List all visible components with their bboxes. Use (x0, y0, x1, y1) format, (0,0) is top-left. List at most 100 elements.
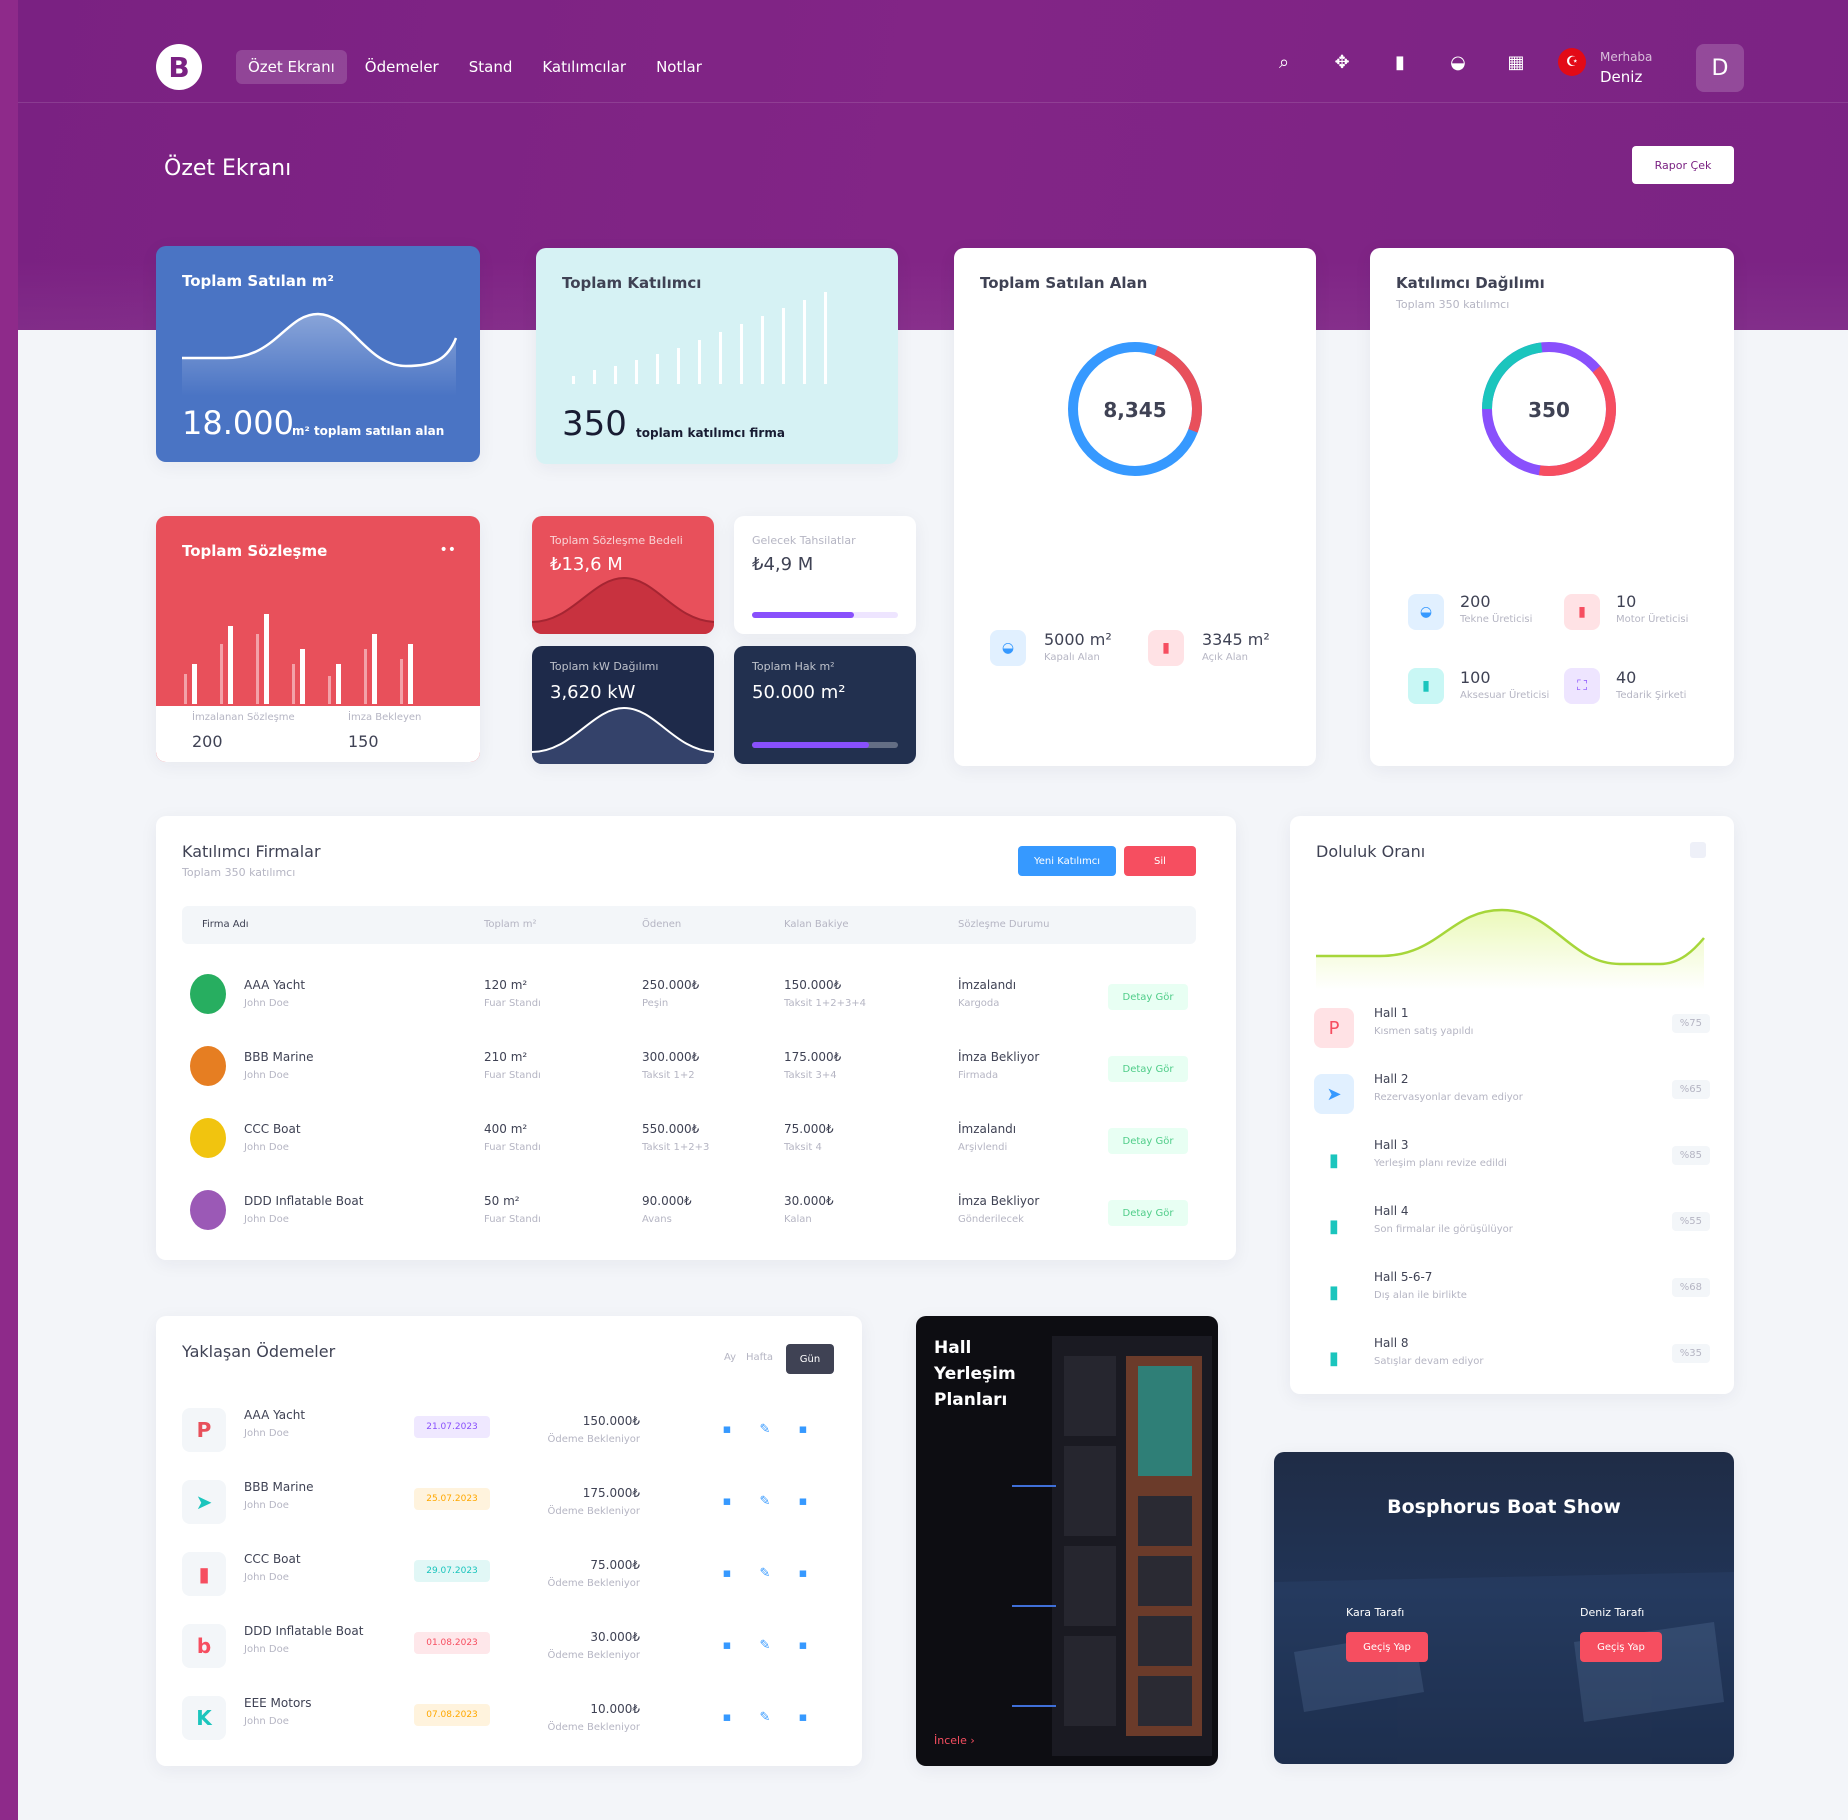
filter-day[interactable]: Gün (786, 1344, 834, 1374)
payment-note: Ödeme Bekleniyor (547, 1434, 640, 1445)
participant-bar (656, 354, 659, 384)
cell-status_sub: Arşivlendi (958, 1142, 1008, 1153)
filter-week[interactable]: Hafta (746, 1352, 773, 1363)
card-total-m2: Toplam Satılan m² 18.000 m² toplam satıl… (156, 246, 480, 462)
card-total-contract: Toplam Sözleşme •• İmzalanan Sözleşme 20… (156, 516, 480, 762)
report-button[interactable]: Rapor Çek (1632, 146, 1734, 184)
detail-button[interactable]: Detay Gör (1108, 1128, 1188, 1154)
edit-icon[interactable]: ✎ (752, 1560, 778, 1586)
table-row[interactable]: BBB Marine John Doe 210 m² Fuar Standı 300.0… (182, 1038, 1196, 1098)
col-remaining[interactable]: Kalan Bakiye (784, 919, 849, 930)
grid-icon[interactable]: ▦ (1500, 46, 1532, 78)
col-status[interactable]: Sözleşme Durumu (958, 919, 1050, 930)
delete-icon[interactable]: ▪ (790, 1704, 816, 1730)
card-title: Katılımcı Dağılımı (1396, 274, 1545, 292)
col-m2[interactable]: Toplam m² (484, 919, 536, 930)
cell-rem: 175.000₺ (784, 1050, 842, 1064)
card-boat-show: Bosphorus Boat Show Kara Tarafı Geçiş Ya… (1274, 1452, 1734, 1764)
turkish-flag-icon[interactable]: ☪ (1558, 48, 1586, 76)
rights-progress-track (752, 742, 898, 748)
land-side-button[interactable]: Geçiş Yap (1346, 1632, 1428, 1662)
card-participant-distribution: Katılımcı Dağılımı Toplam 350 katılımcı … (1370, 248, 1734, 766)
cell-rem_sub: Taksit 1+2+3+4 (784, 998, 867, 1009)
nav-item-payments[interactable]: Ödemeler (353, 50, 451, 84)
chart-icon[interactable]: ▮ (1384, 46, 1416, 78)
hall-plan-link[interactable]: İncele › (934, 1734, 975, 1747)
supplier-value: 40 (1616, 668, 1637, 687)
payment-contact: John Doe (244, 1644, 289, 1655)
delete-icon[interactable]: ▪ (790, 1560, 816, 1586)
card-kw-distribution: Toplam kW Dağılımı 3,620 kW (532, 646, 714, 764)
hall-row[interactable]: ➤ Hall 2 Rezervasyonlar devam ediyor %65 (1314, 1068, 1710, 1124)
hall-name: Hall 2 (1374, 1072, 1409, 1086)
new-participant-button[interactable]: Yeni Katılımcı (1018, 846, 1116, 876)
hall-pct-badge: %85 (1671, 1146, 1710, 1165)
search-icon[interactable]: ⌕ (1268, 46, 1300, 78)
nav-item-notes[interactable]: Notlar (644, 50, 714, 84)
delete-icon[interactable]: ▪ (790, 1488, 816, 1514)
edit-icon[interactable]: ✎ (752, 1632, 778, 1658)
hall-icon: ▮ (1314, 1272, 1354, 1312)
cell-paid_sub: Taksit 1+2 (642, 1070, 695, 1081)
hall-row[interactable]: ▮ Hall 4 Son firmalar ile görüşülüyor %55 (1314, 1200, 1710, 1256)
nav-item-stand[interactable]: Stand (457, 50, 525, 84)
detail-button[interactable]: Detay Gör (1108, 984, 1188, 1010)
hall-name: Hall 1 (1374, 1006, 1409, 1020)
edit-icon[interactable]: ✎ (752, 1704, 778, 1730)
cell-name: DDD Inflatable Boat (244, 1194, 364, 1208)
card-hall-plan[interactable]: Hall Yerleşim Planları İncele › (916, 1316, 1218, 1766)
view-icon[interactable]: ▪ (714, 1416, 740, 1442)
hall-row[interactable]: ▮ Hall 5-6-7 Dış alan ile birlikte %68 (1314, 1266, 1710, 1322)
edit-icon[interactable]: ✎ (752, 1416, 778, 1442)
avatar[interactable]: D (1696, 44, 1744, 92)
hall-icon: ▮ (1314, 1206, 1354, 1246)
contract-bar (336, 664, 341, 704)
delete-icon[interactable]: ▪ (790, 1416, 816, 1442)
cell-contact: John Doe (244, 998, 289, 1009)
nav-item-participants[interactable]: Katılımcılar (530, 50, 638, 84)
cell-status: İmza Bekliyor (958, 1050, 1040, 1064)
hall-desc: Dış alan ile birlikte (1374, 1290, 1467, 1301)
payment-row[interactable]: b DDD Inflatable Boat John Doe 01.08.2023 30… (182, 1618, 836, 1678)
nav-item-summary[interactable]: Özet Ekranı (236, 50, 347, 84)
table-row[interactable]: CCC Boat John Doe 400 m² Fuar Standı 550.000… (182, 1110, 1196, 1170)
company-logo-icon: P (182, 1408, 226, 1452)
card-menu-icon[interactable] (1690, 842, 1706, 858)
table-row[interactable]: AAA Yacht John Doe 120 m² Fuar Standı 250.00… (182, 966, 1196, 1026)
share-icon[interactable]: ✥ (1326, 46, 1358, 78)
sea-side-button[interactable]: Geçiş Yap (1580, 1632, 1662, 1662)
payment-row[interactable]: ➤ BBB Marine John Doe 25.07.2023 175.000₺ Öde… (182, 1474, 836, 1534)
payment-note: Ödeme Bekleniyor (547, 1506, 640, 1517)
payment-row[interactable]: K EEE Motors John Doe 07.08.2023 10.000₺ Ödem… (182, 1690, 836, 1750)
view-icon[interactable]: ▪ (714, 1488, 740, 1514)
view-icon[interactable]: ▪ (714, 1632, 740, 1658)
detail-button[interactable]: Detay Gör (1108, 1056, 1188, 1082)
card-total-area: Toplam Satılan Alan 8,345 ◒ 5000 m² Kapa… (954, 248, 1316, 766)
edit-icon[interactable]: ✎ (752, 1488, 778, 1514)
col-paid[interactable]: Ödenen (642, 919, 681, 930)
payment-row[interactable]: P AAA Yacht John Doe 21.07.2023 150.000₺ Ödem… (182, 1402, 836, 1462)
view-icon[interactable]: ▪ (714, 1704, 740, 1730)
outdoor-label: Açık Alan (1202, 652, 1248, 663)
hall-row[interactable]: ▮ Hall 3 Yerleşim planı revize edildi %85 (1314, 1134, 1710, 1190)
card-subtitle: Toplam 350 katılımcı (1396, 298, 1510, 311)
participant-bar (719, 332, 722, 384)
detail-button[interactable]: Detay Gör (1108, 1200, 1188, 1226)
hall-icon: ▮ (1314, 1338, 1354, 1378)
payment-row[interactable]: ▮ CCC Boat John Doe 29.07.2023 75.000₺ Ödeme … (182, 1546, 836, 1606)
basket-icon[interactable]: ◒ (1442, 46, 1474, 78)
col-firm[interactable]: Firma Adı (202, 919, 249, 930)
hall-row[interactable]: ▮ Hall 8 Satışlar devam ediyor %35 (1314, 1332, 1710, 1388)
view-icon[interactable]: ▪ (714, 1560, 740, 1586)
table-row[interactable]: DDD Inflatable Boat John Doe 50 m² Fuar Sta… (182, 1182, 1196, 1242)
boat-maker-value: 200 (1460, 592, 1491, 611)
accessory-maker-label: Aksesuar Üreticisi (1460, 690, 1550, 701)
logo[interactable]: B (156, 44, 202, 90)
cell-contact: John Doe (244, 1214, 289, 1225)
delete-button[interactable]: Sil (1124, 846, 1196, 876)
company-logo-icon: ▮ (182, 1552, 226, 1596)
delete-icon[interactable]: ▪ (790, 1632, 816, 1658)
hall-row[interactable]: P Hall 1 Kısmen satış yapıldı %75 (1314, 1002, 1710, 1058)
filter-month[interactable]: Ay (724, 1352, 736, 1363)
payment-company: BBB Marine (244, 1480, 314, 1494)
